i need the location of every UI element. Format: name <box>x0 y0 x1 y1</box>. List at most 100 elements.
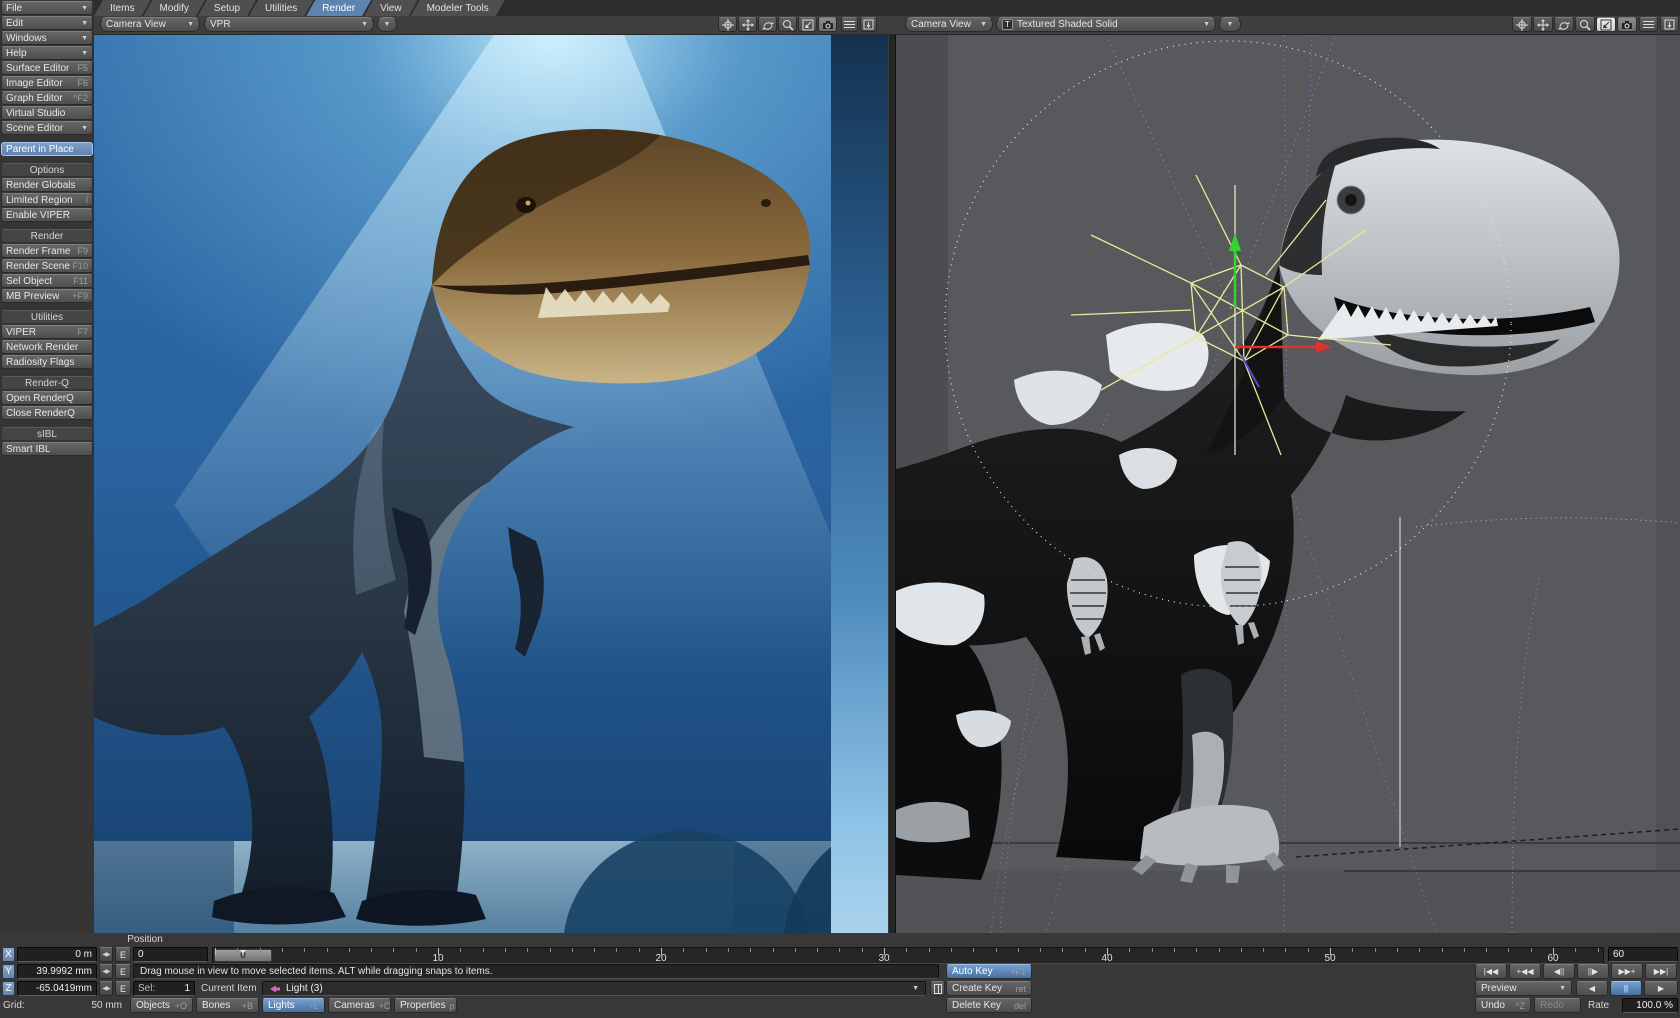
sidebar-item-enable-viper[interactable]: Enable VIPER <box>1 208 93 222</box>
sidebar-item-limited-region[interactable]: Limited Region l <box>1 193 93 207</box>
redo-button[interactable]: Redo <box>1534 998 1581 1013</box>
preview-dropdown[interactable]: Preview ▼ <box>1475 981 1572 996</box>
move-icon[interactable] <box>738 17 757 32</box>
delete-key-button[interactable]: Delete Key del <box>946 998 1032 1013</box>
sidebar-item-close-renderq[interactable]: Close RenderQ <box>1 406 93 420</box>
mode-objects[interactable]: Objects +O <box>130 998 193 1013</box>
maximize-icon[interactable] <box>860 17 877 32</box>
menu-icon[interactable] <box>1639 17 1658 32</box>
mode-bones[interactable]: Bones +B <box>196 998 259 1013</box>
rotate-icon[interactable] <box>1554 17 1574 32</box>
sidebar-item <box>1 421 93 426</box>
prev-frame-button[interactable]: ◀|| <box>1543 964 1575 979</box>
mode-properties[interactable]: Properties p <box>394 998 457 1013</box>
sidebar-item-render-scene[interactable]: Render Scene F10 <box>1 259 93 273</box>
tab-setup[interactable]: Setup <box>198 0 256 16</box>
position-x-field[interactable]: 0 m <box>17 947 97 962</box>
sidebar-item-surface-editor[interactable]: Surface Editor F5 <box>1 61 93 75</box>
item-panel-button[interactable] <box>930 981 945 996</box>
left-viewport-options-dropdown[interactable]: ▼ <box>377 17 397 32</box>
right-view-type-dropdown[interactable]: Camera View ▼ <box>905 17 993 32</box>
position-z-field[interactable]: -65.0419mm <box>17 981 97 996</box>
sidebar-item-render-frame[interactable]: Render Frame F9 <box>1 244 93 258</box>
sidebar-item-image-editor[interactable]: Image Editor F6 <box>1 76 93 90</box>
play-forward-button[interactable]: ▶ <box>1644 981 1678 996</box>
sidebar-item-smart-ibl[interactable]: Smart IBL <box>1 442 93 456</box>
maximize-icon[interactable] <box>1660 17 1679 32</box>
sidebar-item-graph-editor[interactable]: Graph Editor ^F2 <box>1 91 93 105</box>
mode-cameras[interactable]: Cameras +C <box>328 998 391 1013</box>
pan-icon[interactable] <box>1512 17 1532 32</box>
sidebar-item-virtual-studio[interactable]: Virtual Studio <box>1 106 93 120</box>
pause-button[interactable]: || <box>1610 981 1642 996</box>
timeline-tick-label: 20 <box>655 953 666 964</box>
tab-modify[interactable]: Modify <box>143 0 204 16</box>
underwater-trex-render <box>94 35 831 933</box>
camera-icon[interactable] <box>818 17 837 32</box>
rotate-icon[interactable] <box>758 17 777 32</box>
timeline-slider-knob[interactable]: 0 <box>214 949 272 962</box>
timeline-ruler[interactable]: 0 102030405060 <box>212 947 1604 964</box>
timeline-tick-label: 40 <box>1101 953 1112 964</box>
zoom-icon[interactable] <box>1575 17 1595 32</box>
mode-lights[interactable]: Lights +L <box>262 998 325 1013</box>
next-frame-button[interactable]: ||▶ <box>1577 964 1609 979</box>
sidebar-item-render-globals[interactable]: Render Globals <box>1 178 93 192</box>
create-key-button[interactable]: Create Key ret <box>946 981 1032 996</box>
undo-button[interactable]: Undo ^Z <box>1475 998 1531 1013</box>
viewport-divider[interactable] <box>888 35 896 933</box>
next-keyframe-button[interactable]: ▶▶+ <box>1611 964 1643 979</box>
tab-view[interactable]: View <box>364 0 418 16</box>
y-envelope-button[interactable]: E <box>115 964 131 979</box>
right-viewport-options-dropdown[interactable]: ▼ <box>1219 17 1241 32</box>
jump-end-button[interactable]: ▶▶| <box>1645 964 1677 979</box>
position-y-field[interactable]: 39.9992 mm <box>17 964 97 979</box>
z-nudge-control[interactable]: ◀▶ <box>99 981 113 996</box>
sidebar-item-mb-preview[interactable]: MB Preview +F9 <box>1 289 93 303</box>
texture-badge-icon: T <box>1002 19 1013 30</box>
left-viewport-overscan[interactable] <box>831 35 888 933</box>
jump-start-button[interactable]: |◀◀ <box>1475 964 1507 979</box>
sidebar-item-scene-editor[interactable]: Scene Editor ▼ <box>1 121 93 135</box>
current-item-dropdown[interactable]: Light (3) ▼ <box>262 981 926 996</box>
fit-icon[interactable] <box>1596 17 1616 32</box>
menu-icon[interactable] <box>841 17 858 32</box>
sidebar-item-sel-object[interactable]: Sel Object F11 <box>1 274 93 288</box>
menu-file[interactable]: File ▼ <box>1 1 93 15</box>
transport-bar: |◀◀ +◀◀ ◀|| ||▶ ▶▶+ ▶▶| <box>1475 964 1677 979</box>
zoom-icon[interactable] <box>778 17 797 32</box>
tab-render[interactable]: Render <box>306 0 371 16</box>
auto-key-button[interactable]: Auto Key +F1 <box>946 964 1032 979</box>
menu-edit[interactable]: Edit ▼ <box>1 16 93 30</box>
fit-icon[interactable] <box>798 17 817 32</box>
pan-icon[interactable] <box>718 17 737 32</box>
left-viewport-vpr-render[interactable] <box>94 35 831 933</box>
play-reverse-button[interactable]: ◀ <box>1576 981 1608 996</box>
menu-windows[interactable]: Windows ▼ <box>1 31 93 45</box>
prev-keyframe-button[interactable]: +◀◀ <box>1509 964 1541 979</box>
timeline-tick-label: 60 <box>1547 953 1558 964</box>
sidebar-item-parent-in-place[interactable]: Parent in Place <box>1 142 93 156</box>
current-frame-field[interactable]: 0 <box>133 947 208 962</box>
move-icon[interactable] <box>1533 17 1553 32</box>
left-render-mode-dropdown[interactable]: VPR ▼ <box>204 17 374 32</box>
right-render-mode-dropdown[interactable]: T Textured Shaded Solid ▼ <box>996 17 1216 32</box>
left-view-type-dropdown[interactable]: Camera View ▼ <box>100 17 200 32</box>
tab-items[interactable]: Items <box>94 0 150 16</box>
rate-field[interactable]: 100.0 % <box>1622 998 1678 1013</box>
tab-modeler-tools[interactable]: Modeler Tools <box>411 0 505 16</box>
tab-utilities[interactable]: Utilities <box>249 0 313 16</box>
selection-count-field[interactable]: Sel: 1 <box>133 981 195 996</box>
sidebar-item-viper[interactable]: VIPER F7 <box>1 325 93 339</box>
x-envelope-button[interactable]: E <box>115 947 131 962</box>
camera-icon[interactable] <box>1617 17 1637 32</box>
z-envelope-button[interactable]: E <box>115 981 131 996</box>
x-nudge-control[interactable]: ◀▶ <box>99 947 113 962</box>
end-frame-field[interactable]: 60 <box>1608 947 1678 962</box>
menu-help[interactable]: Help ▼ <box>1 46 93 60</box>
sidebar-item-open-renderq[interactable]: Open RenderQ <box>1 391 93 405</box>
y-nudge-control[interactable]: ◀▶ <box>99 964 113 979</box>
sidebar-item-network-render[interactable]: Network Render <box>1 340 93 354</box>
right-viewport-shaded-view[interactable] <box>896 35 1680 933</box>
sidebar-item-radiosity-flags[interactable]: Radiosity Flags <box>1 355 93 369</box>
